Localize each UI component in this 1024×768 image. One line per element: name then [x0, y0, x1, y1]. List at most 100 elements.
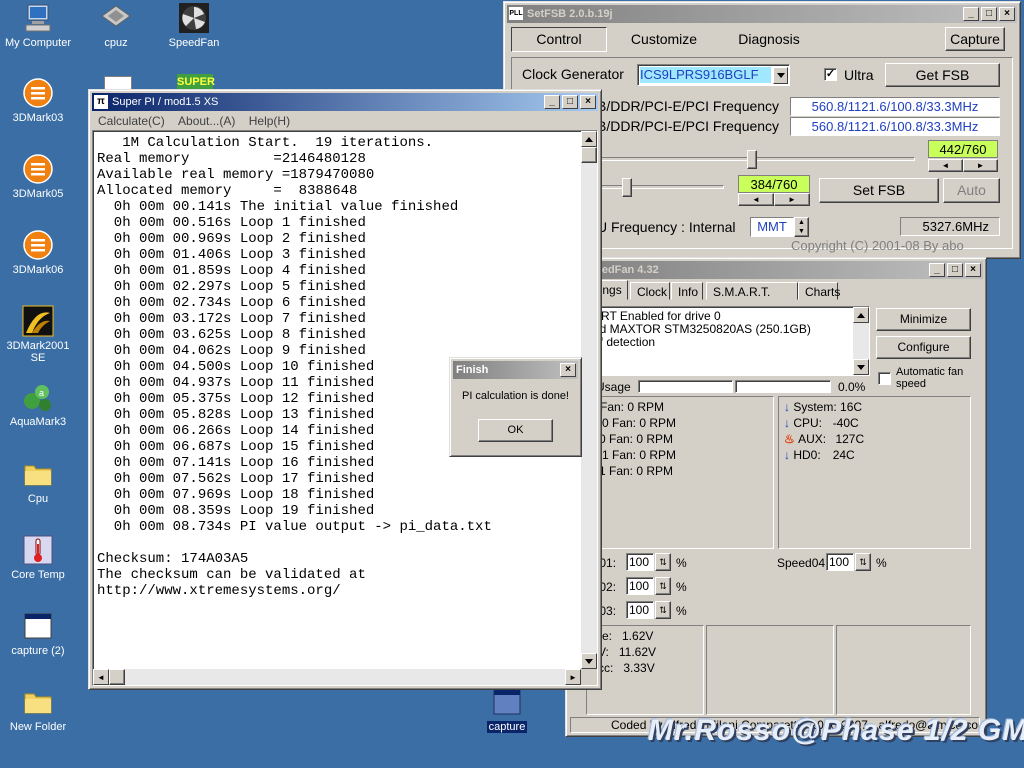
fsb-slider-2-thumb[interactable]	[622, 178, 632, 197]
chip-icon	[100, 2, 132, 34]
speed03-spinner[interactable]: ⇅	[655, 601, 671, 619]
fsb-slider-1-thumb[interactable]	[747, 150, 757, 169]
superpi-app-icon: π	[94, 95, 108, 109]
speed01-spinner[interactable]: ⇅	[655, 553, 671, 571]
fan-reading: 1 Fan: 0 RPM	[599, 464, 674, 478]
ok-button[interactable]: OK	[478, 419, 553, 442]
speed04-input[interactable]: 100	[826, 553, 854, 571]
minimize-button[interactable]: _	[544, 95, 560, 109]
log-scrollbar[interactable]	[853, 307, 869, 375]
setfsb-app-icon: PLL	[509, 7, 523, 20]
speed03-input[interactable]: 100	[626, 601, 654, 619]
svg-text:a: a	[39, 388, 44, 398]
automatic-fan-label: Automatic fan speed	[896, 366, 964, 390]
finish-title: Finish	[456, 364, 489, 376]
desktop-icon-3dmark06[interactable]: 3DMark06	[0, 229, 78, 276]
capture-button[interactable]: Capture	[945, 27, 1005, 51]
desktop-icon-my-computer[interactable]: My Computer	[0, 2, 78, 49]
close-button[interactable]: ×	[999, 7, 1015, 21]
output-line: 0h 00m 04.062s Loop 9 finished	[97, 343, 366, 359]
output-line: http://www.xtremesystems.org/	[97, 583, 341, 599]
slider-2-left-button[interactable]: ◄	[738, 193, 774, 206]
menu-about[interactable]: About...(A)	[173, 114, 240, 128]
speed01-input[interactable]: 100	[626, 553, 654, 571]
usage-value: 0.0%	[838, 380, 866, 394]
usage-bar-1	[638, 380, 733, 393]
speed03-unit: %	[676, 604, 687, 618]
finish-message: PI calculation is done!	[461, 390, 569, 402]
scroll-right-button[interactable]: ►	[565, 669, 581, 685]
configure-button[interactable]: Configure	[876, 336, 971, 359]
tab-smart[interactable]: S.M.A.R.T.	[706, 282, 798, 300]
tab-diagnosis[interactable]: Diagnosis	[719, 27, 819, 52]
scroll-thumb[interactable]	[581, 147, 597, 163]
speedfan-log: ART Enabled for drive 0 nd MAXTOR STM325…	[586, 306, 870, 376]
desktop-icon-cpuz[interactable]: cpuz	[76, 2, 156, 49]
slider-1-right-button[interactable]: ►	[963, 159, 998, 172]
desktop-icon-3dmark03[interactable]: 3DMark03	[0, 77, 78, 124]
3dmark-icon	[22, 77, 54, 109]
minimize-button[interactable]: _	[963, 7, 979, 21]
output-text: 1M Calculation Start. 19 iterations. Real…	[97, 135, 492, 599]
tab-control[interactable]: Control	[511, 27, 607, 52]
output-line: 0h 00m 07.141s Loop 16 finished	[97, 455, 375, 471]
desktop-icon-speedfan[interactable]: SpeedFan	[154, 2, 234, 49]
desktop-icon-capture[interactable]: capture	[467, 686, 547, 733]
desktop-icon-new-folder[interactable]: New Folder	[0, 686, 78, 733]
speed02-input[interactable]: 100	[626, 577, 654, 595]
arrow-down-icon: ↓	[784, 400, 790, 414]
set-fsb-button[interactable]: Set FSB	[819, 178, 939, 203]
ultra-checkbox[interactable]: ✓	[824, 68, 837, 81]
output-line: 0h 00m 07.562s Loop 17 finished	[97, 471, 375, 487]
computer-icon	[22, 2, 54, 34]
speed04-unit: %	[876, 556, 887, 570]
cpu-frequency-value: 5327.6MHz	[900, 217, 1000, 236]
close-button[interactable]: ×	[580, 95, 596, 109]
maximize-button[interactable]: □	[981, 7, 997, 21]
vertical-scrollbar[interactable]	[581, 131, 597, 669]
tab-clock[interactable]: Clock	[630, 282, 670, 300]
clock-generator-select[interactable]: ICS9LPRS916BGLF	[637, 64, 790, 86]
close-button[interactable]: ×	[965, 263, 981, 277]
speed04-spinner[interactable]: ⇅	[855, 553, 871, 571]
desktop-icon-3dmark2001[interactable]: 3DMark2001 SE	[0, 305, 78, 364]
output-line: 0h 00m 02.297s Loop 5 finished	[97, 279, 366, 295]
auto-button[interactable]: Auto	[943, 178, 1000, 203]
get-fsb-button[interactable]: Get FSB	[885, 63, 1000, 87]
mmt-spinner[interactable]: ▲ ▼	[794, 217, 809, 237]
tab-info[interactable]: Info	[671, 282, 703, 300]
slider-1-left-button[interactable]: ◄	[928, 159, 963, 172]
window-icon	[22, 610, 54, 642]
minimize-app-button[interactable]: Minimize	[876, 308, 971, 331]
scroll-down-button[interactable]	[581, 653, 597, 669]
output-line: 0h 00m 07.969s Loop 18 finished	[97, 487, 375, 503]
maximize-button[interactable]: □	[562, 95, 578, 109]
close-button[interactable]: ×	[560, 363, 576, 377]
chevron-down-icon[interactable]	[773, 67, 788, 84]
speed02-unit: %	[676, 580, 687, 594]
minimize-button[interactable]: _	[929, 263, 945, 277]
scroll-up-button[interactable]	[581, 131, 597, 147]
menu-calculate[interactable]: Calculate(C)	[93, 114, 170, 128]
desktop-icon-aquamark3[interactable]: a AquaMark3	[0, 381, 78, 428]
horizontal-scrollbar[interactable]: ◄ ►	[93, 669, 581, 685]
desktop-icon-3dmark05[interactable]: 3DMark05	[0, 153, 78, 200]
desktop-icon-cpu-folder[interactable]: Cpu	[0, 458, 78, 505]
slider-2-right-button[interactable]: ►	[774, 193, 810, 206]
scroll-down-button[interactable]	[853, 359, 869, 375]
finish-titlebar: Finish ×	[453, 361, 578, 379]
scroll-thumb-h[interactable]	[109, 669, 125, 685]
maximize-button[interactable]: □	[947, 263, 963, 277]
desktop-icon-capture-2[interactable]: capture (2)	[0, 610, 78, 657]
scroll-left-button[interactable]: ◄	[93, 669, 109, 685]
automatic-fan-checkbox[interactable]	[878, 372, 891, 385]
scroll-up-button[interactable]	[853, 307, 869, 323]
tab-customize[interactable]: Customize	[614, 27, 714, 52]
tab-charts[interactable]: Charts	[798, 282, 840, 300]
temp-row-cpu: ↓ CPU: -40C	[784, 416, 859, 430]
speed02-spinner[interactable]: ⇅	[655, 577, 671, 595]
voltage-reading: re: 1.62V	[598, 629, 654, 643]
output-line: The checksum can be validated at	[97, 567, 366, 583]
desktop-icon-core-temp[interactable]: Core Temp	[0, 534, 78, 581]
menu-help[interactable]: Help(H)	[244, 114, 295, 128]
